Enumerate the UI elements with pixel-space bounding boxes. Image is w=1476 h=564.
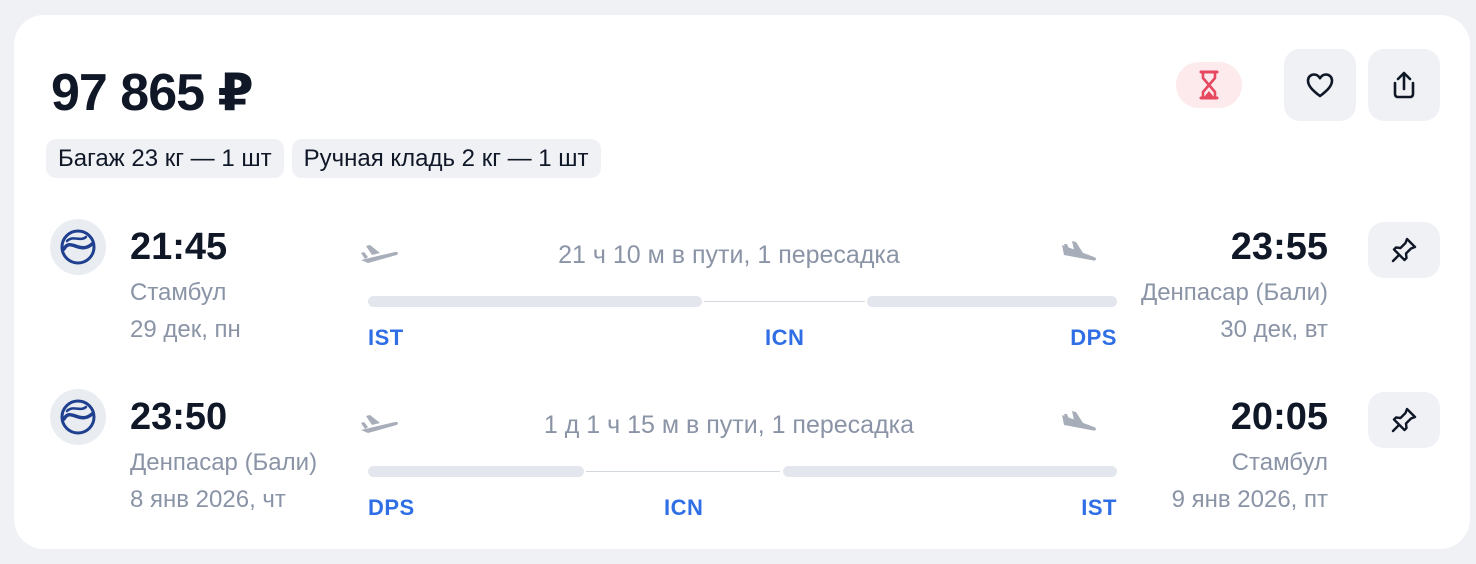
heart-icon [1306,73,1334,98]
flight-leg-outbound[interactable]: 21:45 Стамбул 29 дек, пн 21 ч 10 м в пут… [14,219,1470,359]
favorite-button[interactable] [1284,49,1356,121]
takeoff-icon [361,245,398,263]
route-timeline: 1 д 1 ч 15 м в пути, 1 пересадка DPS ICN… [354,389,1117,529]
arrival-city: Денпасар (Бали) [1140,279,1328,306]
layover-line [704,301,865,302]
departure-city: Денпасар (Бали) [130,449,318,476]
arrival-date: 30 дек, вт [1220,316,1328,343]
segment-bar [783,466,1117,477]
departure-block: 21:45 Стамбул 29 дек, пн [130,219,350,349]
segment-bar [867,296,1117,307]
arrival-block: 23:55 Денпасар (Бали) 30 дек, вт [1088,219,1328,349]
arrival-time: 20:05 [1230,396,1328,438]
departure-date: 29 дек, пн [130,316,241,343]
route-timeline: 21 ч 10 м в пути, 1 пересадка IST ICN DP… [354,219,1117,359]
pin-button[interactable] [1368,222,1440,278]
flight-offer-card[interactable]: 97 865 ₽ Багаж 23 кг — 1 шт Ручная кладь… [14,15,1470,549]
baggage-badges: Багаж 23 кг — 1 шт Ручная кладь 2 кг — 1… [46,139,601,178]
layover-line [586,471,780,472]
takeoff-icon [361,415,398,433]
flight-duration: 1 д 1 ч 15 м в пути, 1 пересадка [543,411,915,439]
airport-code-origin: IST [368,325,404,350]
pin-icon [1391,407,1417,433]
card-actions [1176,49,1440,121]
departure-date: 8 янв 2026, чт [130,486,286,513]
airport-code-transfer: ICN [664,495,704,520]
pin-icon [1391,237,1417,263]
flight-leg-return[interactable]: 23:50 Денпасар (Бали) 8 янв 2026, чт 1 д… [14,389,1470,529]
arrival-time: 23:55 [1230,226,1328,268]
airport-code-origin: DPS [368,495,415,520]
pin-button[interactable] [1368,392,1440,448]
arrival-date: 9 янв 2026, пт [1171,486,1328,513]
segment-bar [368,296,702,307]
hand-luggage-badge: Ручная кладь 2 кг — 1 шт [291,139,601,178]
departure-city: Стамбул [130,279,227,306]
arrival-block: 20:05 Стамбул 9 янв 2026, пт [1088,389,1328,519]
baggage-badge: Багаж 23 кг — 1 шт [46,139,284,178]
hourglass-icon [1176,62,1242,108]
price: 97 865 ₽ [51,64,254,122]
segment-bar [368,466,584,477]
arrival-city: Стамбул [1231,449,1328,476]
departure-time: 23:50 [130,396,228,438]
share-icon [1393,71,1415,99]
share-button[interactable] [1368,49,1440,121]
airport-code-transfer: ICN [765,325,805,350]
airline-logo [50,219,106,275]
departure-block: 23:50 Денпасар (Бали) 8 янв 2026, чт [130,389,350,519]
flight-duration: 21 ч 10 м в пути, 1 пересадка [558,241,900,269]
departure-time: 21:45 [130,226,228,268]
airline-logo [50,389,106,445]
